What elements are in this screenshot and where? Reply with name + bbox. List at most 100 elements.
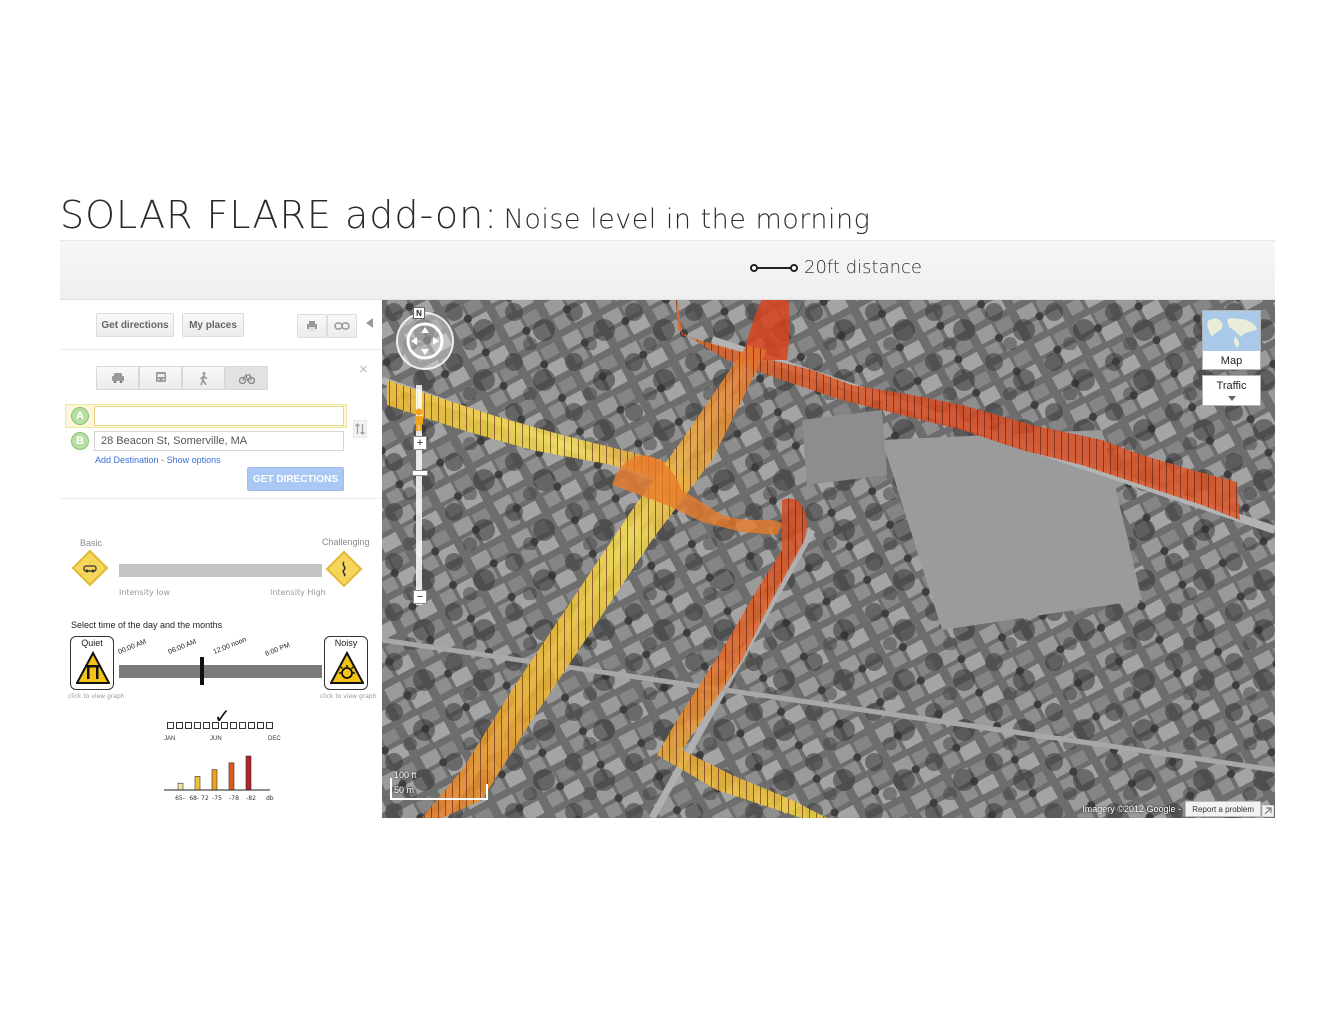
zoom-out-button[interactable]: − bbox=[413, 590, 427, 604]
month-checkbox[interactable] bbox=[176, 722, 183, 729]
transit-mode-tab[interactable] bbox=[139, 366, 182, 390]
close-directions-button[interactable]: × bbox=[359, 361, 368, 378]
report-problem-link[interactable]: Report a problem bbox=[1185, 801, 1261, 817]
chevron-down-icon bbox=[1227, 396, 1236, 401]
time-tick-18: 6:00 PM bbox=[264, 641, 292, 658]
map-type-label: Map bbox=[1220, 355, 1243, 367]
pegman-icon[interactable] bbox=[412, 408, 426, 432]
link-button[interactable] bbox=[327, 314, 357, 338]
my-places-button[interactable]: My places bbox=[182, 313, 244, 337]
traffic-label: Traffic bbox=[1216, 380, 1247, 392]
noise-category-label: -75 bbox=[212, 795, 222, 802]
add-destination-link[interactable]: Add Destination - Show options bbox=[95, 455, 221, 465]
pan-control[interactable] bbox=[396, 312, 454, 370]
time-of-day-handle[interactable] bbox=[200, 657, 205, 685]
print-button[interactable] bbox=[297, 314, 327, 338]
pan-arrows-icon bbox=[406, 322, 444, 360]
imagery-credit-text: Imagery ©2012 Google bbox=[1082, 804, 1176, 814]
challenging-intensity-icon bbox=[325, 550, 363, 588]
noisy-toggle[interactable]: Noisy bbox=[324, 636, 368, 690]
distance-legend: 20ft distance bbox=[750, 257, 922, 278]
printer-icon bbox=[307, 321, 317, 331]
get-directions-button[interactable]: Get directions bbox=[96, 313, 174, 337]
satellite-map[interactable]: N + − Map Traffic 100 ft 50 m Imagery ©2… bbox=[382, 300, 1275, 818]
swap-waypoints-icon[interactable] bbox=[353, 420, 367, 438]
basic-label: Basic bbox=[80, 538, 103, 548]
month-checkbox[interactable] bbox=[167, 722, 174, 729]
get-directions-submit-label: GET DIRECTIONS bbox=[252, 473, 338, 485]
get-directions-submit-button[interactable]: GET DIRECTIONS bbox=[247, 467, 344, 491]
show-options-link[interactable]: Show options bbox=[167, 455, 221, 465]
map-type-button[interactable]: Map bbox=[1202, 310, 1261, 370]
bike-mode-tab[interactable] bbox=[225, 366, 268, 390]
zoom-in-button[interactable]: + bbox=[413, 436, 427, 450]
noise-level-chart: 65- 68- 72 -75 -78 -82 db bbox=[164, 755, 274, 802]
month-checkbox[interactable] bbox=[239, 722, 246, 729]
challenging-label: Challenging bbox=[322, 537, 370, 547]
time-tick-06: 06:00 AM bbox=[167, 638, 198, 656]
walk-mode-tab[interactable] bbox=[182, 366, 225, 390]
intensity-slider[interactable] bbox=[119, 564, 322, 577]
traffic-button[interactable]: Traffic bbox=[1202, 375, 1261, 406]
add-destination-label: Add Destination bbox=[95, 455, 159, 465]
noise-category-label: 65- bbox=[175, 795, 185, 802]
quiet-label: Quiet bbox=[81, 638, 103, 648]
noise-bar bbox=[228, 762, 235, 791]
quiet-toggle[interactable]: Quiet bbox=[70, 636, 114, 690]
noise-category-label: -78 bbox=[229, 795, 239, 802]
month-checkbox[interactable] bbox=[230, 722, 237, 729]
basic-intensity-icon bbox=[71, 549, 109, 587]
time-tick-12: 12:00 noon bbox=[212, 636, 248, 656]
time-tick-00: 00:00 AM bbox=[117, 638, 148, 656]
month-label-jun: JUN bbox=[210, 736, 222, 742]
quiet-warning-icon bbox=[76, 651, 110, 684]
month-checkbox[interactable] bbox=[203, 722, 210, 729]
noisy-caption: click to view graph bbox=[320, 693, 377, 700]
car-icon bbox=[111, 373, 124, 383]
waypoint-a-input[interactable] bbox=[94, 406, 344, 426]
waypoint-a-marker[interactable]: A bbox=[71, 407, 89, 425]
compass-north[interactable]: N bbox=[413, 307, 425, 319]
directions-sidebar: Get directions My places × A B 28 Beacon… bbox=[60, 300, 382, 818]
imagery-credit: Imagery ©2012 Google - bbox=[1082, 804, 1181, 814]
distance-label: 20ft distance bbox=[804, 257, 922, 278]
waypoint-b-marker[interactable]: B bbox=[71, 432, 89, 450]
title-sub: Noise level in the morning bbox=[503, 204, 871, 235]
bike-icon bbox=[238, 373, 255, 384]
zoom-slider-handle[interactable] bbox=[412, 470, 428, 476]
month-checkbox[interactable] bbox=[248, 722, 255, 729]
month-label-dec: DEC bbox=[268, 736, 281, 742]
intensity-high-label: Intensity High bbox=[270, 588, 326, 597]
distance-rule-icon bbox=[750, 263, 798, 273]
credit-separator: - bbox=[1178, 804, 1181, 814]
page-title: SOLAR FLARE add-on: Noise level in the m… bbox=[60, 193, 870, 237]
expand-corner-icon[interactable] bbox=[1262, 805, 1274, 817]
noisy-label: Noisy bbox=[334, 638, 358, 648]
world-map-thumbnail-icon bbox=[1203, 311, 1260, 351]
travel-mode-tabs bbox=[96, 366, 268, 390]
month-checkbox[interactable] bbox=[257, 722, 264, 729]
time-select-heading: Select time of the day and the months bbox=[71, 620, 223, 630]
link-separator: - bbox=[161, 455, 165, 465]
waypoint-b-input[interactable]: 28 Beacon St, Somerville, MA bbox=[94, 431, 344, 451]
report-problem-label: Report a problem bbox=[1192, 804, 1254, 814]
scale-meters-label: 50 m bbox=[394, 785, 415, 795]
noise-bar bbox=[211, 769, 218, 791]
noise-category-label: -82 bbox=[246, 795, 256, 802]
month-label-jan: JAN bbox=[164, 736, 176, 742]
get-directions-label: Get directions bbox=[101, 319, 169, 331]
time-of-day-track[interactable] bbox=[119, 665, 322, 678]
car-mode-tab[interactable] bbox=[96, 366, 139, 390]
month-checkbox[interactable] bbox=[194, 722, 201, 729]
divider bbox=[60, 349, 382, 350]
title-main: SOLAR FLARE add-on: bbox=[60, 193, 499, 237]
month-checkbox[interactable] bbox=[185, 722, 192, 729]
noisy-warning-icon bbox=[330, 651, 364, 684]
selected-month-check: ✓ bbox=[214, 706, 231, 728]
month-checkbox[interactable] bbox=[266, 722, 273, 729]
noise-bar bbox=[245, 755, 252, 791]
collapse-panel-icon[interactable] bbox=[366, 318, 373, 328]
scale-tick bbox=[486, 784, 488, 800]
top-toolbar bbox=[60, 240, 1275, 300]
noise-bar bbox=[177, 782, 184, 791]
